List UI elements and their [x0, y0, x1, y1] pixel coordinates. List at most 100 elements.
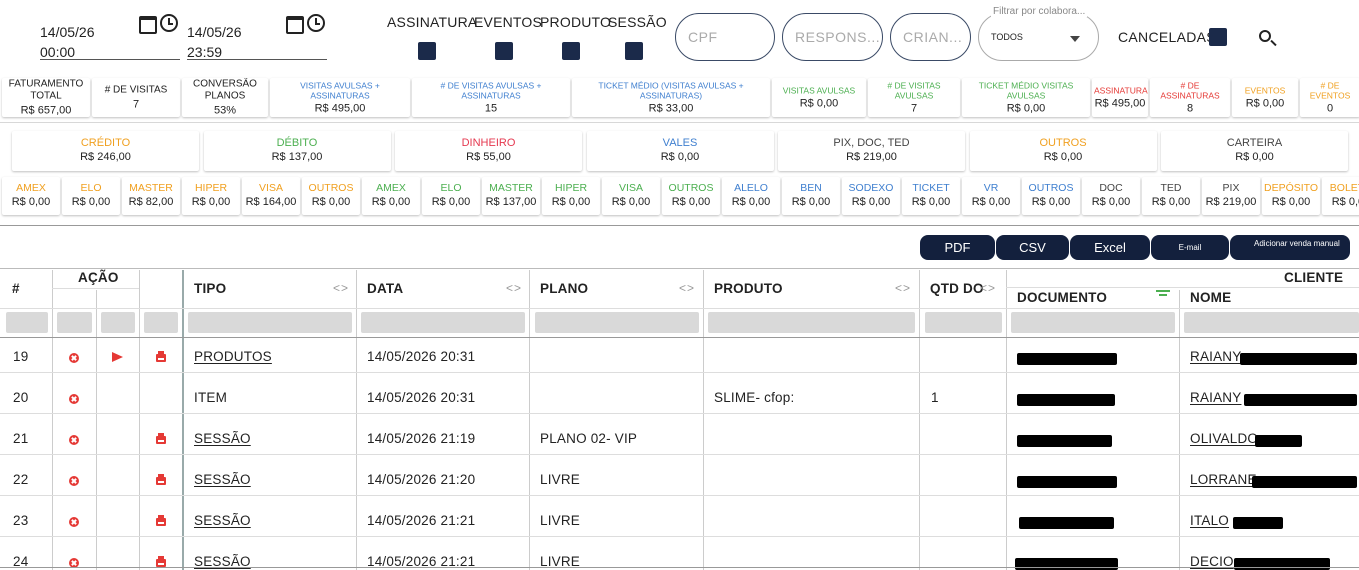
tipo-cell[interactable]: SESSÃO — [194, 431, 251, 446]
checkbox[interactable] — [562, 42, 580, 60]
clock-icon[interactable] — [307, 14, 325, 32]
tipo-cell[interactable]: PRODUTOS — [194, 349, 272, 364]
sort-arrows-icon-tipo[interactable]: <> — [333, 281, 349, 295]
divider — [0, 122, 1359, 123]
print-icon[interactable] — [156, 515, 166, 526]
nome-cell[interactable]: ITALO — [1190, 513, 1229, 528]
toggle-assinatura[interactable]: ASSINATURA — [387, 14, 477, 63]
cliente-header[interactable]: CLIENTE — [1284, 270, 1343, 285]
brand-card-value: R$ 0,00 — [191, 196, 231, 208]
brand-card: HIPER R$ 0,00 — [542, 177, 600, 215]
end-datetime-field[interactable]: 14/05/26 23:59 — [187, 14, 327, 60]
summary-card-content: TICKET MÉDIO (VISITAS AVULSAS + ASSINATU… — [572, 80, 770, 115]
payment-card-title: DÉBITO — [276, 137, 318, 149]
clock-icon[interactable] — [160, 14, 178, 32]
brand-card-title: BEN — [800, 182, 822, 194]
csv-button[interactable]: CSV — [996, 235, 1069, 260]
toggle-sessao[interactable]: SESSÃO — [608, 14, 667, 63]
pdf-button[interactable]: PDF — [920, 235, 995, 260]
brand-card: ELO R$ 0,00 — [62, 177, 120, 215]
brand-card-value: R$ 0,00 — [1091, 196, 1131, 208]
print-icon[interactable] — [156, 556, 166, 567]
send-icon[interactable] — [112, 352, 123, 362]
column-filter-input[interactable] — [188, 312, 352, 333]
checkbox[interactable] — [418, 42, 436, 60]
column-filter-input[interactable] — [57, 312, 92, 333]
filter-lines-icon[interactable] — [1156, 290, 1170, 296]
plano-header[interactable]: PLANO — [540, 281, 588, 296]
search-icon[interactable] — [1259, 30, 1271, 42]
tipo-cell[interactable]: SESSÃO — [194, 513, 251, 528]
num-header[interactable]: # — [12, 281, 20, 296]
brand-card-title: DOC — [1099, 182, 1123, 194]
summary-card: # DE VISITAS AVULSAS + ASSINATURAS 15 — [412, 78, 570, 117]
column-filter-input[interactable] — [535, 312, 699, 333]
column-filter-input[interactable] — [101, 312, 135, 333]
column-filter-input[interactable] — [1184, 312, 1359, 333]
nome-cell[interactable]: RAIANY — [1190, 349, 1241, 364]
brand-card-title: ELO — [440, 182, 462, 194]
nome-cell[interactable]: RAIANY — [1190, 390, 1241, 405]
colaborador-select[interactable]: Filtrar por colabora... TODOS — [978, 6, 1099, 61]
row-number: 20 — [13, 390, 29, 405]
acao-header[interactable]: AÇÃO — [78, 270, 119, 285]
toggle-produto[interactable]: PRODUTO — [540, 14, 611, 63]
crianca-input[interactable]: CRIAN... — [890, 13, 971, 61]
brand-card: VISA R$ 0,00 — [602, 177, 660, 215]
brand-card: TICKET R$ 0,00 — [902, 177, 960, 215]
column-divider — [356, 270, 357, 570]
cancel-icon[interactable] — [69, 394, 79, 404]
cancel-icon[interactable] — [69, 476, 79, 486]
brand-card-title: TED — [1160, 182, 1182, 194]
cpf-input[interactable]: CPF — [675, 13, 775, 61]
sort-arrows-icon-data[interactable]: <> — [506, 281, 522, 295]
brand-card: VISA R$ 164,00 — [242, 177, 300, 215]
row-divider — [0, 536, 1359, 537]
checkbox[interactable] — [495, 42, 513, 60]
excel-button[interactable]: Excel — [1070, 235, 1150, 260]
summary-card: # DE ASSINATURAS 8 — [1150, 78, 1230, 117]
toggle-eventos[interactable]: EVENTOS — [474, 14, 542, 63]
tipo-header[interactable]: TIPO — [194, 281, 226, 296]
canceladas-checkbox[interactable] — [1209, 28, 1227, 46]
column-filter-input[interactable] — [361, 312, 525, 333]
start-datetime-field[interactable]: 14/05/26 00:00 — [40, 14, 180, 60]
column-filter-input[interactable] — [6, 312, 48, 333]
cancel-icon[interactable] — [69, 517, 79, 527]
print-icon[interactable] — [156, 433, 166, 444]
checkbox[interactable] — [625, 42, 643, 60]
produto-header[interactable]: PRODUTO — [714, 281, 783, 296]
nome-header[interactable]: NOME — [1190, 290, 1231, 305]
qtd-header[interactable]: QTD DO — [930, 281, 984, 296]
email-button[interactable]: E-mail — [1151, 235, 1229, 260]
column-filter-input[interactable] — [708, 312, 915, 333]
sort-arrows-icon-produto[interactable]: <> — [895, 281, 911, 295]
sort-arrows-icon-plano[interactable]: <> — [679, 281, 695, 295]
calendar-icon[interactable] — [286, 16, 304, 34]
data-header[interactable]: DATA — [367, 281, 403, 296]
responsavel-input[interactable]: RESPONS... — [782, 13, 883, 61]
nome-cell[interactable]: LORRANE — [1190, 472, 1257, 487]
calendar-icon[interactable] — [139, 16, 157, 34]
tipo-cell[interactable]: SESSÃO — [194, 472, 251, 487]
column-filter-input[interactable] — [144, 312, 178, 333]
summary-card: ASSINATURAS R$ 495,00 — [1092, 78, 1148, 117]
documento-header[interactable]: DOCUMENTO — [1017, 290, 1107, 305]
column-filter-input[interactable] — [1011, 312, 1175, 333]
column-filter-input[interactable] — [925, 312, 1002, 333]
header-divider — [0, 308, 1359, 309]
summary-card: VISITAS AVULSAS + ASSINATURAS R$ 495,00 — [270, 78, 410, 117]
brand-card-value: R$ 0,00 — [971, 196, 1011, 208]
sort-arrows-icon-qtd[interactable]: <> — [980, 281, 996, 295]
summary-card: # DE VISITAS AVULSAS 7 — [868, 78, 960, 117]
payment-card: CRÉDITO R$ 246,00 — [12, 131, 199, 171]
cancel-icon[interactable] — [69, 435, 79, 445]
print-icon[interactable] — [156, 474, 166, 485]
print-icon[interactable] — [156, 351, 166, 362]
summary-card-title: VISITAS AVULSAS — [782, 85, 856, 95]
payment-card: OUTROS R$ 0,00 — [969, 131, 1157, 171]
add-manual-sale-button[interactable]: Adicionar venda manual — [1230, 235, 1350, 260]
row-divider — [0, 495, 1359, 496]
cancel-icon[interactable] — [69, 353, 79, 363]
nome-cell[interactable]: OLIVALDO — [1190, 431, 1258, 446]
